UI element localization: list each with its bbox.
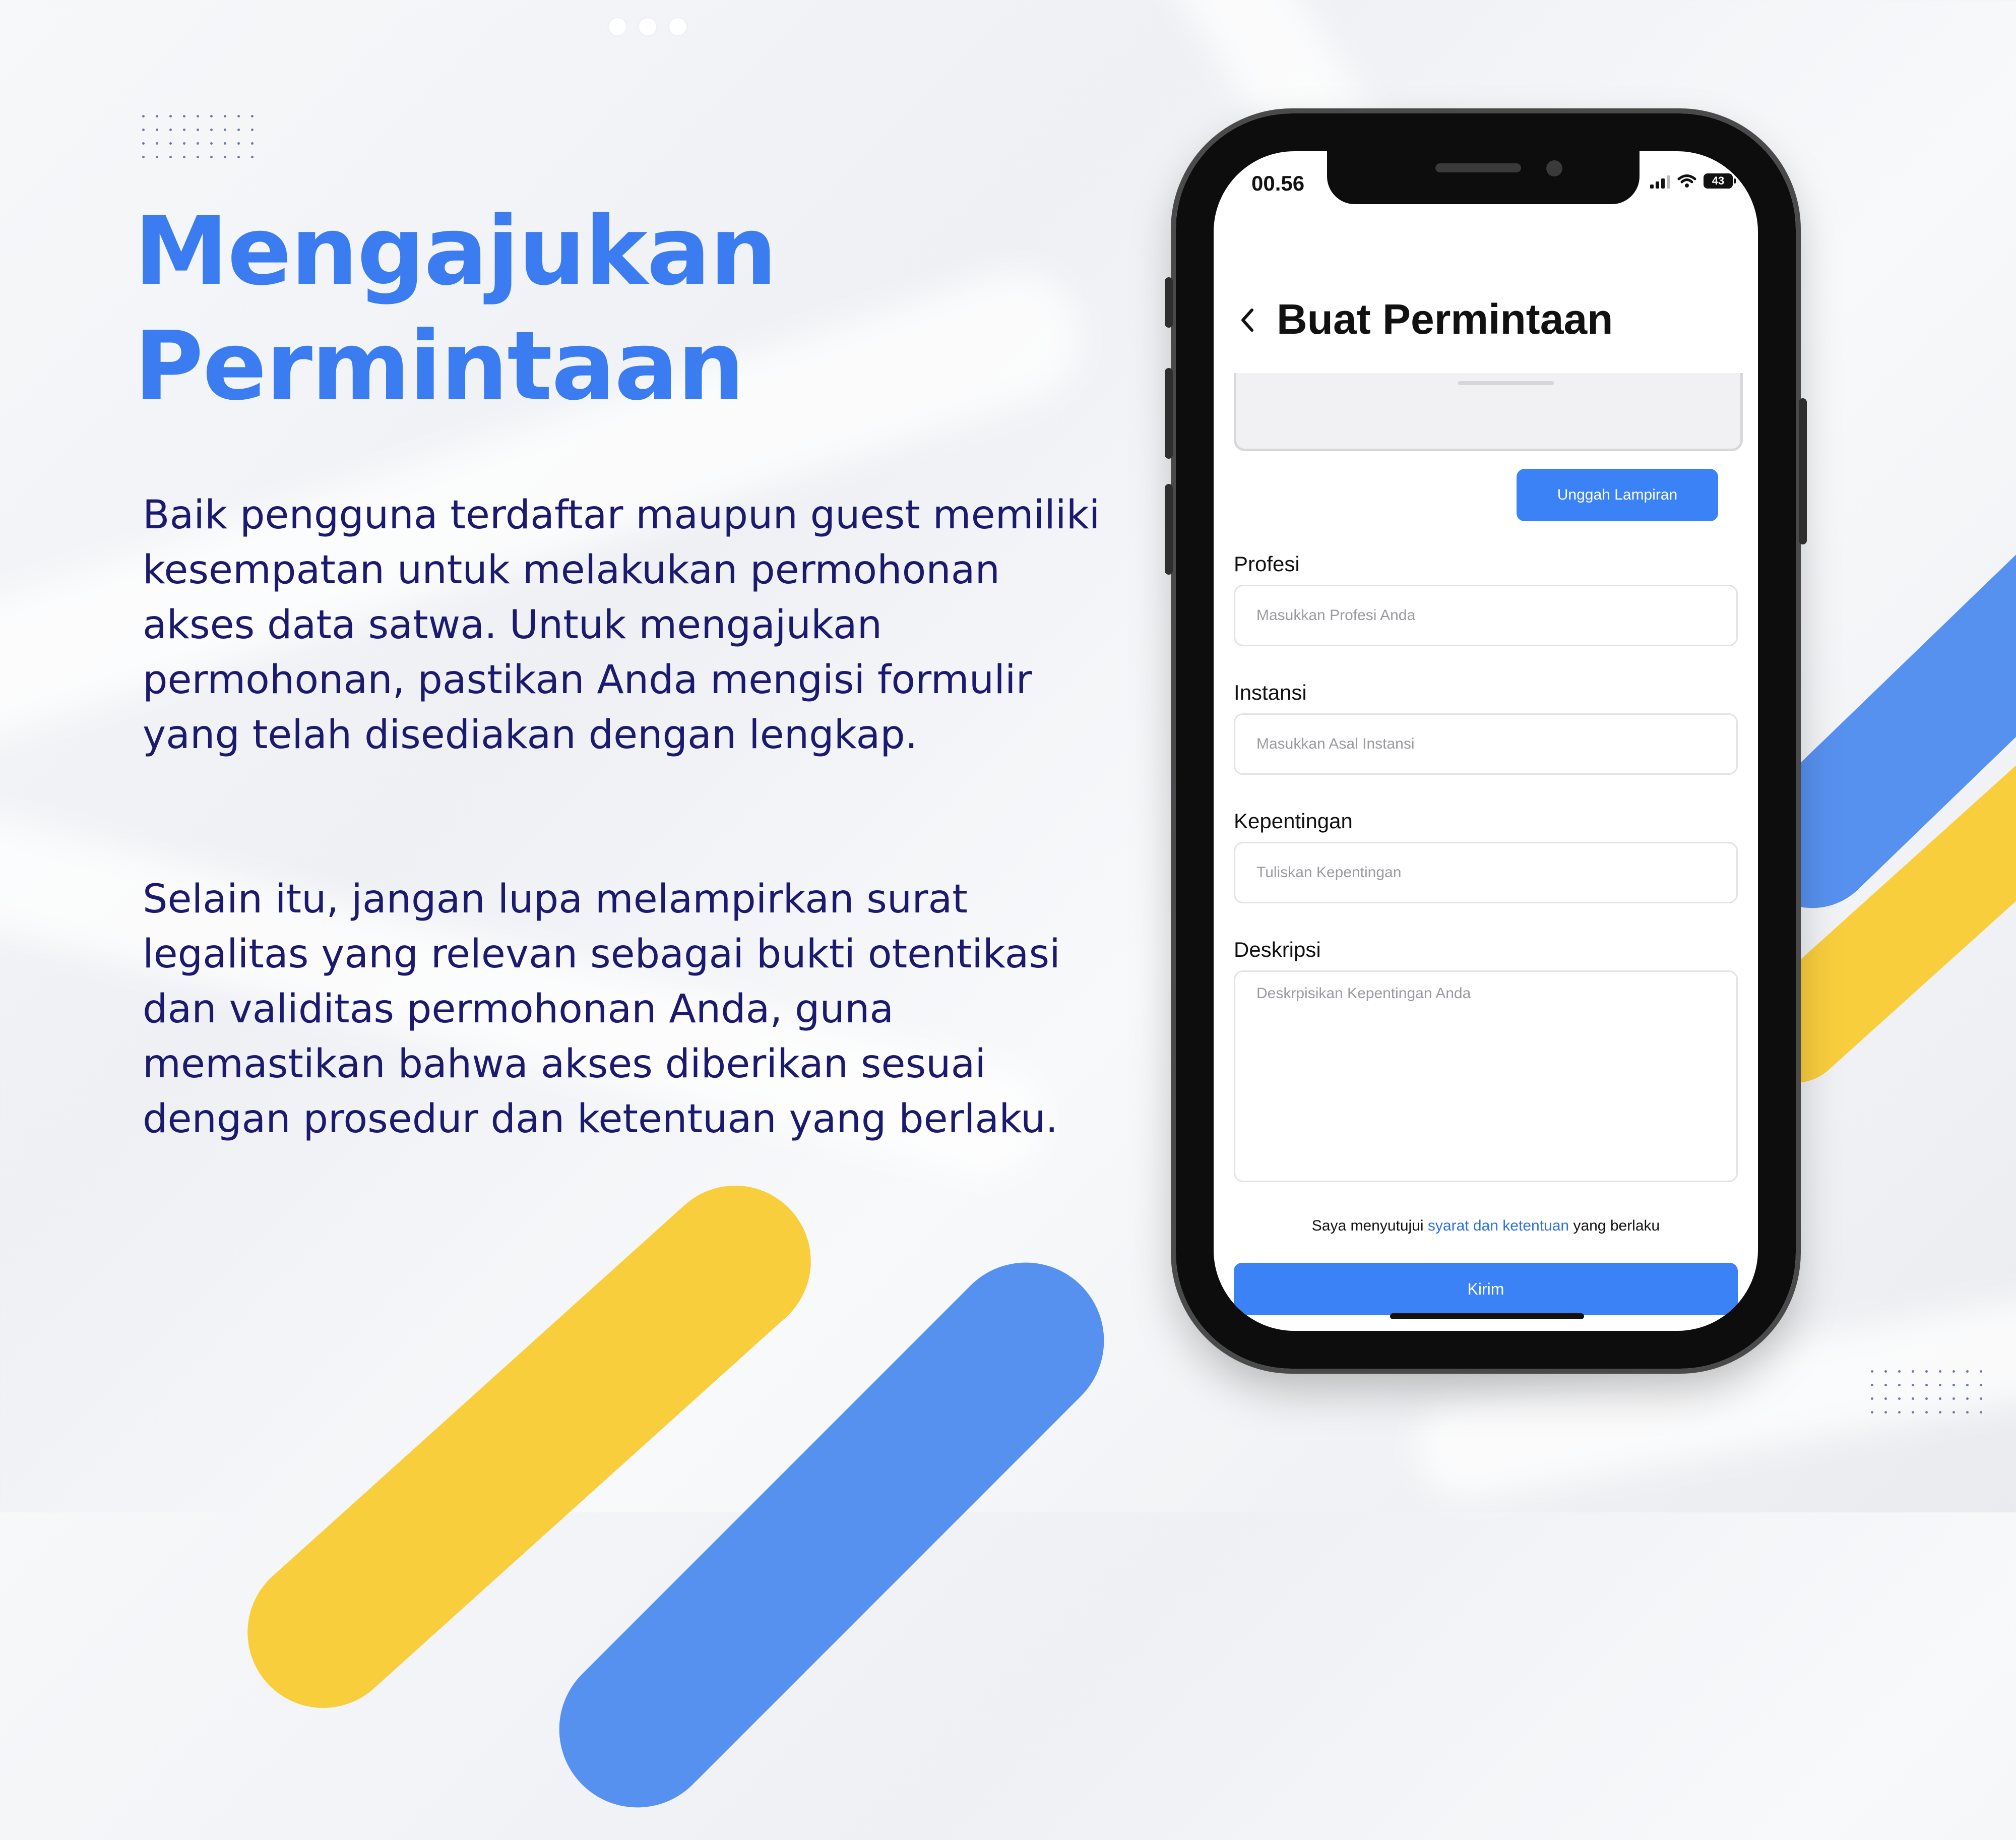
terms-agreement: Saya menyutujui syarat dan ketentuan yan… [1214, 1217, 1758, 1235]
submit-button[interactable]: Kirim [1234, 1263, 1738, 1315]
purpose-input[interactable] [1234, 842, 1738, 903]
phone-volume-up [1165, 368, 1173, 459]
description-paragraph-2: Selain itu, jangan lupa melampirkan sura… [143, 877, 1060, 1142]
status-icons: 43 [1650, 173, 1736, 189]
speaker-grille [1435, 163, 1521, 172]
drag-handle [1458, 381, 1554, 385]
phone-screen: 00.56 43 Buat Permintaan Unggah Lampiran… [1214, 151, 1758, 1331]
phone-mute-switch [1165, 277, 1173, 328]
front-camera [1546, 160, 1562, 176]
profession-label: Profesi [1234, 552, 1300, 576]
page-headline: Mengajukan Permintaan [134, 194, 777, 424]
carousel-dot [669, 18, 686, 35]
carousel-dot [639, 18, 656, 35]
battery-icon: 43 [1704, 173, 1736, 189]
signal-icon [1650, 173, 1670, 189]
phone-notch [1327, 151, 1640, 204]
wifi-icon [1677, 174, 1696, 188]
home-indicator[interactable] [1390, 1313, 1584, 1319]
dot-grid-top-left [142, 115, 254, 158]
chevron-left-icon[interactable] [1238, 305, 1258, 335]
attachment-preview-box[interactable] [1234, 373, 1743, 451]
terms-link[interactable]: syarat dan ketentuan [1428, 1217, 1569, 1234]
phone-mockup: 00.56 43 Buat Permintaan Unggah Lampiran… [1165, 108, 1807, 1374]
description-label: Deskripsi [1234, 938, 1321, 961]
battery-level: 43 [1712, 174, 1725, 187]
request-form: Unggah Lampiran Profesi Instansi Kepenti… [1214, 373, 1758, 1331]
carousel-dots [609, 18, 686, 35]
headline-line-2: Permintaan [134, 311, 745, 421]
upload-attachment-button[interactable]: Unggah Lampiran [1517, 469, 1718, 521]
status-time: 00.56 [1251, 171, 1305, 195]
terms-prefix: Saya menyutujui [1311, 1217, 1424, 1234]
terms-suffix: yang berlaku [1573, 1217, 1660, 1234]
institution-input[interactable] [1234, 713, 1738, 775]
screen-title: Buat Permintaan [1277, 295, 1613, 343]
description-paragraph-1: Baik pengguna terdaftar maupun guest mem… [143, 493, 1100, 758]
phone-volume-down [1165, 484, 1173, 575]
institution-label: Instansi [1234, 681, 1307, 704]
phone-power-button [1799, 398, 1807, 544]
dot-grid-bottom-right [1871, 1370, 1982, 1414]
purpose-label: Kepentingan [1234, 809, 1353, 833]
description-textarea[interactable] [1234, 970, 1738, 1182]
headline-line-1: Mengajukan [134, 196, 777, 306]
carousel-dot [609, 18, 626, 35]
profession-input[interactable] [1234, 585, 1738, 646]
